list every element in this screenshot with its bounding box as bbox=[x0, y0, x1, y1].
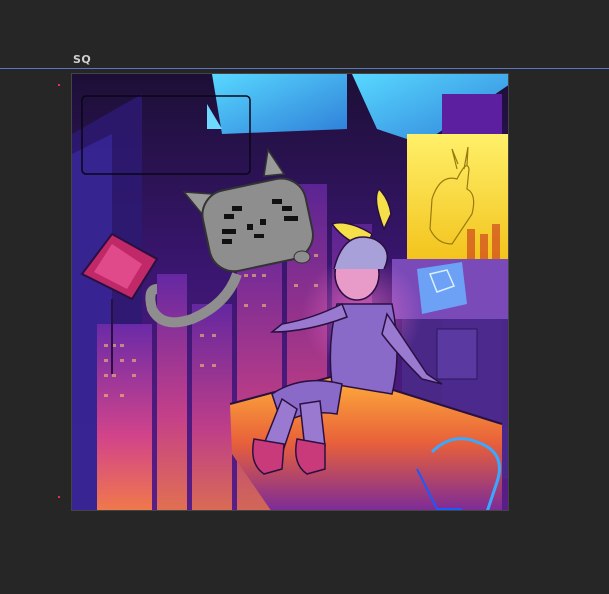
artwork-illustration bbox=[72, 74, 508, 510]
ruler-guide-line bbox=[0, 68, 609, 69]
editor-workspace: SQ bbox=[0, 0, 609, 594]
corner-marker-bottom bbox=[58, 496, 60, 498]
corner-marker-top bbox=[58, 84, 60, 86]
artboard-canvas[interactable] bbox=[71, 73, 509, 511]
document-name-label[interactable]: SQ bbox=[73, 53, 91, 66]
